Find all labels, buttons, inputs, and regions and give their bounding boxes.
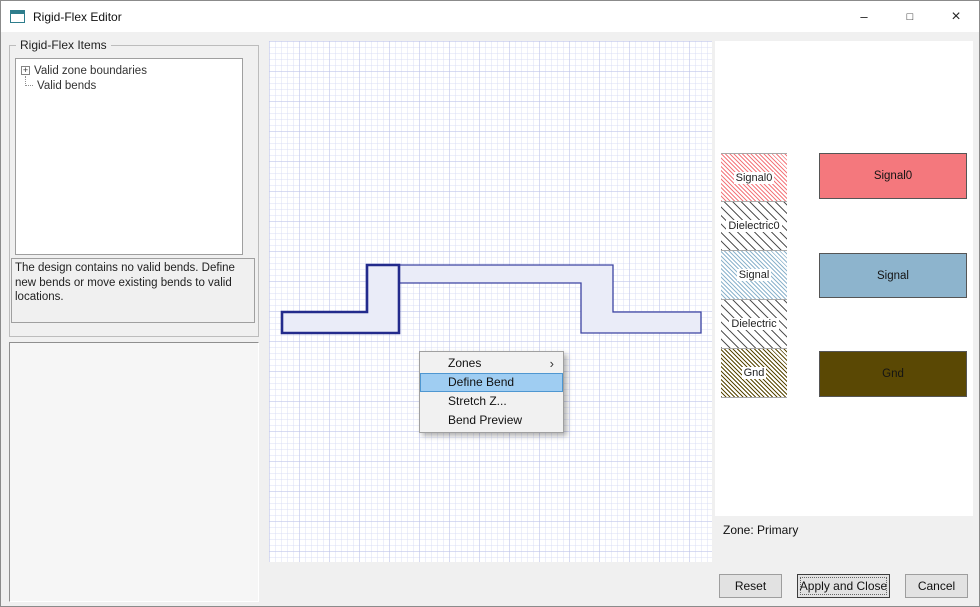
tree-item-label: Valid zone boundaries <box>34 65 147 77</box>
layer-block-signal0[interactable]: Signal0 <box>819 153 967 199</box>
menu-item-label: Stretch Z... <box>448 394 507 408</box>
minimize-button[interactable]: – <box>841 1 887 32</box>
validation-message-text: The design contains no valid bends. Defi… <box>15 262 235 303</box>
maximize-icon: □ <box>907 11 914 23</box>
tree-connector-icon <box>25 76 33 86</box>
menu-item-stretch-z[interactable]: Stretch Z... <box>420 392 563 411</box>
layer-label: Dielectric0 <box>726 220 781 232</box>
flex-section-outline <box>399 265 701 333</box>
cross-section-drawing <box>269 41 712 562</box>
menu-item-label: Bend Preview <box>448 413 522 427</box>
menu-item-define-bend[interactable]: Define Bend <box>420 373 563 392</box>
validation-message-panel: The design contains no valid bends. Defi… <box>11 258 255 323</box>
close-icon: × <box>951 10 960 24</box>
zone-label: Zone: Primary <box>723 523 798 537</box>
layer-block-signal[interactable]: Signal <box>819 253 967 298</box>
context-menu: Zones › Define Bend Stretch Z... Bend Pr… <box>419 351 564 433</box>
tree-item-label: Valid bends <box>37 80 96 92</box>
tree-item-valid-zone-boundaries[interactable]: + Valid zone boundaries <box>18 63 240 78</box>
apply-and-close-button[interactable]: Apply and Close <box>797 574 890 598</box>
menu-item-label: Zones <box>448 356 481 370</box>
close-button[interactable]: × <box>933 1 979 32</box>
rigid-flex-items-tree[interactable]: + Valid zone boundaries Valid bends <box>15 58 243 255</box>
reset-button[interactable]: Reset <box>719 574 782 598</box>
stackup-legend: Signal0 Dielectric0 Signal Dielectric Gn… <box>721 153 787 398</box>
menu-item-bend-preview[interactable]: Bend Preview <box>420 411 563 430</box>
submenu-arrow-icon: › <box>550 354 554 373</box>
layer-label: Gnd <box>742 367 767 379</box>
hatch-swatch-dielectric: Dielectric <box>721 300 787 349</box>
expand-icon[interactable]: + <box>21 66 30 75</box>
rigid-flex-editor-window: Rigid-Flex Editor – □ × Rigid-Flex Items… <box>0 0 980 607</box>
layer-label: Dielectric <box>729 318 778 330</box>
hatch-swatch-signal: Signal <box>721 251 787 300</box>
layer-label: Signal <box>737 269 772 281</box>
rigid-flex-items-group: Rigid-Flex Items + Valid zone boundaries… <box>9 45 259 337</box>
group-title: Rigid-Flex Items <box>16 38 111 52</box>
hatch-swatch-signal0: Signal0 <box>721 153 787 202</box>
app-icon <box>10 10 25 23</box>
layer-label: Signal0 <box>734 172 775 184</box>
titlebar: Rigid-Flex Editor – □ × <box>1 1 979 32</box>
stackup-panel: Signal0 Dielectric0 Signal Dielectric Gn… <box>715 41 973 516</box>
layer-block-label: Signal <box>877 270 909 282</box>
menu-item-label: Define Bend <box>448 375 514 389</box>
cancel-button[interactable]: Cancel <box>905 574 968 598</box>
rigid-section-outline-selected <box>282 265 399 333</box>
menu-item-zones[interactable]: Zones › <box>420 354 563 373</box>
hatch-swatch-gnd: Gnd <box>721 349 787 398</box>
hatch-swatch-dielectric0: Dielectric0 <box>721 202 787 251</box>
layer-block-label: Gnd <box>882 368 904 380</box>
cross-section-canvas[interactable] <box>269 41 712 562</box>
layer-block-label: Signal0 <box>874 170 912 182</box>
preview-panel <box>9 342 259 602</box>
layer-block-gnd[interactable]: Gnd <box>819 351 967 397</box>
tree-item-valid-bends[interactable]: Valid bends <box>18 78 240 93</box>
minimize-icon: – <box>860 9 867 24</box>
window-title: Rigid-Flex Editor <box>33 10 122 24</box>
maximize-button[interactable]: □ <box>887 1 933 32</box>
